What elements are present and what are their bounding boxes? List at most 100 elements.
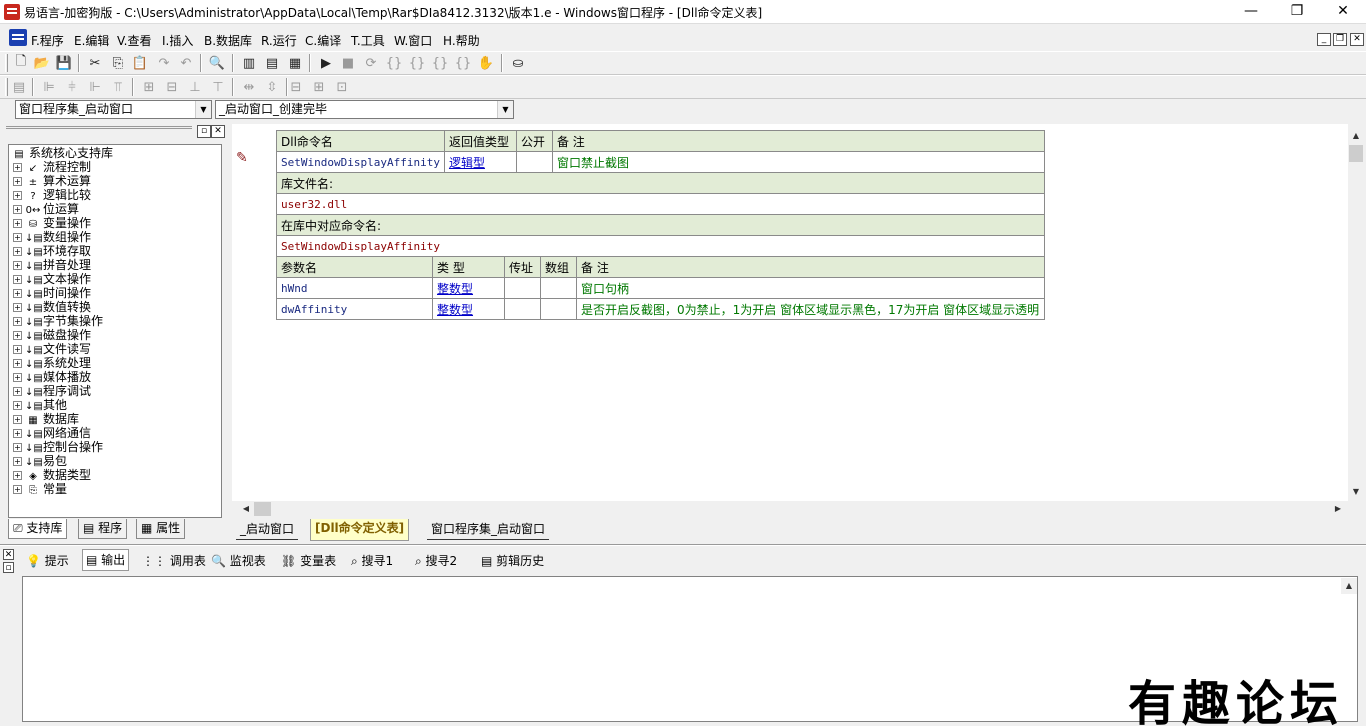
expand-icon[interactable]: + — [13, 345, 22, 354]
tree-item[interactable]: ▤ 系统核心支持库 — [11, 146, 113, 160]
stop-icon[interactable]: ■ — [339, 54, 357, 72]
class-combo[interactable]: 窗口程序集_启动窗口 ▼ — [15, 100, 212, 119]
table-row[interactable]: dwAffinity 整数型 是否开启反截图，0为禁止，1为开启 窗体区域显示黑… — [276, 298, 1045, 320]
panel-close-button[interactable]: ✕ — [211, 125, 225, 138]
tab-call-stack[interactable]: ⋮⋮ 调用表 — [142, 551, 206, 571]
param-array-cell[interactable] — [540, 298, 577, 320]
tree-item[interactable]: + ↙ 流程控制 — [13, 160, 91, 174]
expand-icon[interactable]: + — [13, 261, 22, 270]
table-row[interactable]: hWnd 整数型 窗口句柄 — [276, 277, 1045, 299]
tree-item[interactable]: +? 逻辑比较 — [13, 188, 91, 202]
same-width-icon[interactable]: ⊥ — [186, 78, 204, 96]
expand-icon[interactable]: + — [13, 191, 22, 200]
binoculars-icon[interactable]: ⛀ — [509, 54, 527, 72]
lib-cmd-cell[interactable]: SetWindowDisplayAffinity — [276, 235, 1045, 257]
dll-name-cell[interactable]: SetWindowDisplayAffinity — [276, 151, 445, 173]
scroll-left-icon[interactable]: ◀ — [238, 501, 254, 517]
menu-insert[interactable]: I.插入 — [162, 32, 193, 49]
tree-item[interactable]: + ↓▤时间操作 — [13, 286, 91, 300]
menu-view[interactable]: V.查看 — [117, 32, 151, 49]
align-bottom-icon[interactable]: ⊟ — [163, 78, 181, 96]
expand-icon[interactable]: + — [13, 177, 22, 186]
tree-item[interactable]: + ↓▤其他 — [13, 398, 67, 412]
copy-icon[interactable]: ⎘ — [109, 54, 127, 72]
splitter[interactable] — [0, 544, 1366, 546]
tree-item[interactable]: + ↓▤程序调试 — [13, 384, 91, 398]
param-array-cell[interactable] — [540, 277, 577, 299]
tree-item[interactable]: + ▦ 数据库 — [13, 412, 79, 426]
expand-icon[interactable]: + — [13, 219, 22, 228]
tree-item[interactable]: + ⎘ 常量 — [13, 482, 67, 496]
tab-output[interactable]: ▤ 输出 — [82, 549, 130, 571]
dll-command-row[interactable]: SetWindowDisplayAffinity 逻辑型 窗口禁止截图 — [276, 151, 1046, 173]
param-name-cell[interactable]: hWnd — [276, 277, 433, 299]
param-name-cell[interactable]: dwAffinity — [276, 298, 433, 320]
expand-icon[interactable]: + — [13, 401, 22, 410]
expand-icon[interactable]: + — [13, 485, 22, 494]
undo-icon[interactable]: ↶ — [177, 54, 195, 72]
scroll-up-icon[interactable]: ▲ — [1348, 128, 1364, 144]
scroll-thumb[interactable] — [1349, 145, 1363, 162]
resize-icon[interactable]: ⊡ — [333, 78, 351, 96]
param-table[interactable]: 参数名 类 型 传址 数组 备 注 hWnd 整数型 窗口句柄 dwAffini… — [276, 256, 1045, 320]
tree-item[interactable]: + ↓▤媒体播放 — [13, 370, 91, 384]
expand-icon[interactable]: + — [13, 359, 22, 368]
menu-tools[interactable]: T.工具 — [351, 32, 385, 49]
param-byref-cell[interactable] — [504, 298, 541, 320]
lib-file-row[interactable]: user32.dll — [276, 193, 1045, 215]
tree-item[interactable]: + ↓▤文件读写 — [13, 342, 91, 356]
menu-program[interactable]: F.程序 — [31, 32, 64, 49]
space-vertical-icon[interactable]: ⇳ — [263, 78, 281, 96]
menu-edit[interactable]: E.编辑 — [74, 32, 109, 49]
dll-definition-table[interactable]: Dll命令名 返回值类型 公开 备 注 SetWindowDisplayAffi… — [276, 130, 1046, 257]
save-icon[interactable]: 💾 — [55, 54, 73, 72]
expand-icon[interactable]: + — [13, 471, 22, 480]
mdi-close-button[interactable]: ✕ — [1350, 33, 1364, 46]
tab-dll-definition[interactable]: [Dll命令定义表] — [310, 519, 410, 541]
expand-icon[interactable]: + — [13, 289, 22, 298]
expand-icon[interactable]: + — [13, 457, 22, 466]
center-vertical-icon[interactable]: ⊞ — [310, 78, 328, 96]
expand-icon[interactable]: + — [13, 443, 22, 452]
expand-icon[interactable]: + — [13, 387, 22, 396]
tree-item[interactable]: + ↓▤环境存取 — [13, 244, 91, 258]
same-height-icon[interactable]: ⊤ — [209, 78, 227, 96]
scroll-thumb[interactable] — [254, 502, 271, 516]
lib-file-cell[interactable]: user32.dll — [276, 193, 1045, 215]
scroll-right-icon[interactable]: ▶ — [1330, 501, 1346, 517]
tab-program[interactable]: ▤ 程序 — [78, 519, 128, 539]
layout-top-icon[interactable]: ▤ — [263, 54, 281, 72]
expand-icon[interactable]: + — [13, 163, 22, 172]
open-folder-icon[interactable]: 📂 — [33, 54, 51, 72]
tab-hint[interactable]: 💡 提示 — [26, 551, 69, 571]
mdi-minimize-button[interactable]: _ — [1317, 33, 1331, 46]
param-type-cell[interactable]: 整数型 — [432, 298, 505, 320]
expand-icon[interactable]: + — [13, 331, 22, 340]
minimize-button[interactable]: — — [1228, 0, 1274, 24]
tab-variables[interactable]: ⛓ 变量表 — [281, 551, 336, 571]
new-file-icon[interactable]: 🗋 — [12, 54, 30, 72]
cut-icon[interactable]: ✂ — [86, 54, 104, 72]
tab-properties[interactable]: ▦ 属性 — [136, 519, 186, 539]
editor-horizontal-scrollbar[interactable] — [232, 501, 1348, 517]
lib-cmd-row[interactable]: SetWindowDisplayAffinity — [276, 235, 1045, 257]
tree-item[interactable]: + ↓▤易包 — [13, 454, 67, 468]
space-horizontal-icon[interactable]: ⇹ — [240, 78, 258, 96]
scroll-up-icon[interactable]: ▲ — [1341, 578, 1357, 594]
step-into-icon[interactable]: {} — [385, 54, 403, 72]
remark-cell[interactable]: 窗口禁止截图 — [551, 151, 1046, 173]
layout-left-icon[interactable]: ▥ — [240, 54, 258, 72]
app-menu-icon[interactable] — [9, 29, 27, 46]
param-remark-cell[interactable]: 是否开启反截图，0为禁止，1为开启 窗体区域显示黑色，17为开启 窗体区域显示透… — [576, 298, 1045, 320]
param-remark-cell[interactable]: 窗口句柄 — [576, 277, 1045, 299]
maximize-button[interactable]: ❐ — [1274, 0, 1320, 24]
expand-icon[interactable]: + — [13, 247, 22, 256]
tree-item[interactable]: + ↓▤字节集操作 — [13, 314, 103, 328]
toolbar-grip[interactable] — [5, 54, 8, 72]
center-horizontal-icon[interactable]: ⊟ — [287, 78, 305, 96]
tree-item[interactable]: + ↓▤控制台操作 — [13, 440, 103, 454]
tree-item[interactable]: + ↓▤系统处理 — [13, 356, 91, 370]
run-to-cursor-icon[interactable]: {} — [454, 54, 472, 72]
panel-grip[interactable] — [6, 126, 192, 129]
param-type-cell[interactable]: 整数型 — [432, 277, 505, 299]
